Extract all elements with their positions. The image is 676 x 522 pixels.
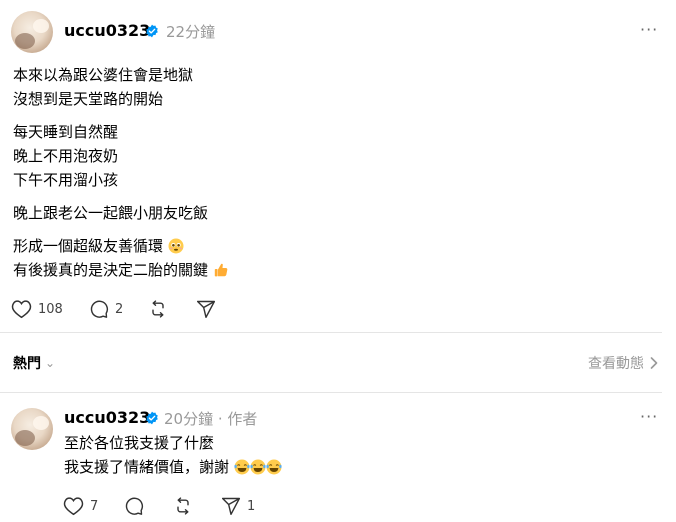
post-text: 有後援真的是決定二胎的關鍵 [13, 261, 209, 279]
chevron-right-icon [650, 357, 658, 369]
post-text-line: 本來以為跟公婆住會是地獄 [13, 66, 194, 84]
reply-text-line-with-emoji: 我支援了情緒價值，謝謝 [64, 456, 282, 478]
like-count: 108 [38, 301, 63, 317]
post-username[interactable]: uccu0323 [64, 21, 150, 40]
comment-icon [125, 497, 144, 515]
reply-username[interactable]: uccu0323 [64, 408, 150, 427]
post-text: 形成一個超級友善循環 [13, 237, 164, 255]
separator-dot: · [217, 410, 228, 428]
divider [0, 392, 662, 393]
post-text-line: 每天睡到自然醒 [13, 123, 119, 141]
reply-meta: 20分鐘 · 作者 [164, 408, 257, 429]
reply-text-line: 至於各位我支援了什麼 [64, 434, 215, 452]
post-text-line-with-emoji: 形成一個超級友善循環 [13, 235, 184, 257]
post-text-line: 晚上不用泡夜奶 [13, 147, 119, 165]
post-text-line: 下午不用溜小孩 [13, 171, 119, 189]
post-timestamp: 22分鐘 [166, 23, 216, 41]
repost-button[interactable] [148, 299, 168, 319]
like-button[interactable]: 108 [11, 299, 63, 319]
reply-like-count: 7 [90, 498, 99, 514]
reply-like-button[interactable]: 7 [63, 496, 98, 516]
reply-share-button[interactable]: 1 [221, 496, 255, 516]
post-text-line: 沒想到是天堂路的開始 [13, 90, 164, 108]
comment-count: 2 [115, 301, 124, 317]
sort-dropdown[interactable]: 熱門 ⌄ [13, 353, 55, 373]
view-activity-label: 查看動態 [588, 356, 644, 372]
sort-label: 熱門 [13, 356, 41, 372]
laughing-tears-emoji-icon [234, 459, 250, 475]
laughing-tears-emoji-icon [250, 459, 266, 475]
pleading-face-emoji-icon [168, 238, 184, 254]
reply-text: 我支援了情緒價值，謝謝 [64, 458, 230, 476]
laughing-tears-emoji-icon [266, 459, 282, 475]
post-text-line: 晚上跟老公一起餵小朋友吃飯 [13, 204, 209, 222]
more-options-icon[interactable]: ··· [640, 407, 658, 426]
share-button[interactable] [196, 299, 216, 319]
repost-icon [177, 497, 189, 515]
post-text-line-with-emoji: 有後援真的是決定二胎的關鍵 [13, 259, 229, 281]
reply-repost-button[interactable] [173, 496, 193, 516]
verified-badge-icon [146, 24, 158, 38]
repost-icon [152, 300, 164, 318]
view-activity-link[interactable]: 查看動態 [588, 353, 658, 373]
more-options-icon[interactable]: ··· [640, 20, 658, 39]
verified-badge-icon [146, 411, 158, 425]
comment-icon [90, 300, 109, 318]
chevron-down-icon: ⌄ [45, 356, 56, 370]
reply-avatar[interactable] [11, 408, 53, 450]
comment-button[interactable]: 2 [89, 299, 123, 319]
thumbs-up-emoji-icon [214, 263, 228, 277]
heart-icon [11, 300, 32, 319]
send-icon [196, 300, 216, 319]
avatar[interactable] [11, 11, 53, 53]
divider [0, 332, 662, 333]
reply-comment-button[interactable] [124, 496, 144, 516]
heart-icon [63, 497, 84, 516]
author-tag: 作者 [227, 410, 258, 428]
reply-timestamp: 20分鐘 [164, 410, 214, 428]
send-icon [221, 497, 241, 516]
reply-share-count: 1 [247, 498, 256, 514]
